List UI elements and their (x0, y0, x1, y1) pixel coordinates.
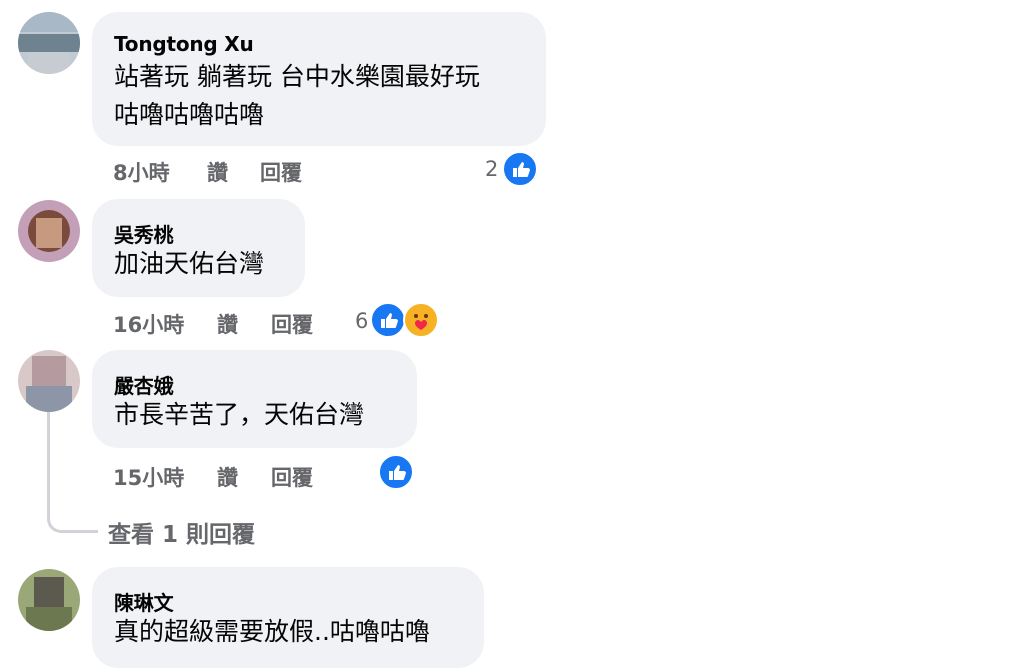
like-button[interactable]: 讚 (207, 157, 228, 187)
care-icon[interactable] (403, 302, 439, 338)
comment-author[interactable]: 陳琳文 (114, 587, 174, 616)
comment-text: 加油天佑台灣 (114, 249, 265, 278)
comment-bubble: Tongtong Xu 站著玩 躺著玩 台中水樂園最好玩 咕嚕咕嚕咕嚕 (92, 12, 546, 146)
comment-bubble: 嚴杏娥 市長辛苦了，天佑台灣 (92, 350, 417, 448)
comment-author[interactable]: 吳秀桃 (114, 219, 174, 248)
view-replies-link[interactable]: 查看 1 則回覆 (108, 515, 255, 549)
like-icon[interactable] (370, 302, 406, 338)
avatar[interactable] (18, 200, 80, 262)
like-icon[interactable] (502, 151, 538, 187)
comment-text: 站著玩 躺著玩 台中水樂園最好玩 (114, 62, 480, 91)
comment-author[interactable]: 嚴杏娥 (114, 370, 174, 399)
reply-button[interactable]: 回覆 (271, 462, 313, 492)
comment-bubble: 吳秀桃 加油天佑台灣 (92, 199, 305, 297)
comment-timestamp[interactable]: 15小時 (113, 462, 184, 492)
reply-button[interactable]: 回覆 (271, 309, 313, 339)
avatar[interactable] (18, 569, 80, 631)
avatar[interactable] (18, 350, 80, 412)
like-button[interactable]: 讚 (217, 309, 238, 339)
comment-timestamp[interactable]: 8小時 (113, 157, 170, 187)
like-icon[interactable] (378, 454, 414, 490)
comment-text: 真的超級需要放假..咕嚕咕嚕 (114, 617, 430, 646)
comment-bubble: 陳琳文 真的超級需要放假..咕嚕咕嚕 (92, 567, 484, 668)
thread-connector (47, 412, 98, 533)
reply-button[interactable]: 回覆 (260, 157, 302, 187)
like-button[interactable]: 讚 (217, 462, 238, 492)
comment-author[interactable]: Tongtong Xu (114, 32, 254, 56)
comment-text: 市長辛苦了，天佑台灣 (114, 400, 365, 429)
reaction-count[interactable]: 6 (355, 309, 368, 333)
comment-text: 咕嚕咕嚕咕嚕 (114, 100, 265, 129)
comment-timestamp[interactable]: 16小時 (113, 309, 184, 339)
avatar[interactable] (18, 12, 80, 74)
reaction-count[interactable]: 2 (485, 157, 498, 181)
